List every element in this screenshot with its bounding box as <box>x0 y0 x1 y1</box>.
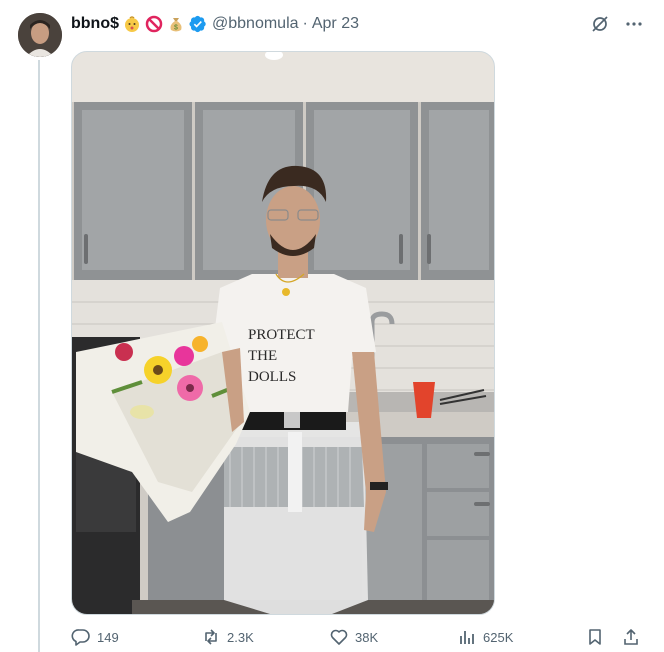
separator-dot: · <box>302 15 308 32</box>
top-right-actions <box>590 14 644 34</box>
like-icon <box>329 627 349 647</box>
grok-icon[interactable] <box>590 14 610 34</box>
reply-button[interactable]: 149 <box>71 626 119 648</box>
tweet-date[interactable]: Apr 23 <box>312 15 359 33</box>
prohibited-emoji <box>145 15 163 33</box>
baby-emoji <box>123 15 141 33</box>
share-button[interactable] <box>621 626 641 648</box>
verified-badge-icon[interactable] <box>189 15 207 33</box>
tweet-actions: 149 2.3K 38K 625K <box>71 626 645 648</box>
tweet-header: bbno$ $ @bbnomula · Apr 23 <box>71 13 359 35</box>
author-handle[interactable]: @bbnomula <box>212 15 299 33</box>
shirt-text-line-1: PROTECT <box>248 327 315 343</box>
shirt-text-line-2: THE <box>248 348 277 364</box>
shirt-text-line-3: DOLLS <box>248 369 296 385</box>
views-icon <box>457 627 477 647</box>
bookmark-icon <box>585 627 605 647</box>
author-name[interactable]: bbno$ <box>71 15 119 33</box>
avatar[interactable] <box>18 13 62 57</box>
views-count: 625K <box>483 629 514 645</box>
thread-line <box>38 60 40 652</box>
tweet-photo[interactable]: PROTECT THE DOLLS <box>71 51 495 615</box>
repost-count: 2.3K <box>227 629 254 645</box>
like-count: 38K <box>355 629 379 645</box>
money-bag-emoji: $ <box>167 15 185 33</box>
svg-text:$: $ <box>174 25 178 32</box>
reply-count: 149 <box>97 629 119 645</box>
views-button[interactable]: 625K <box>457 626 513 648</box>
more-icon[interactable] <box>624 14 644 34</box>
like-button[interactable]: 38K <box>329 626 378 648</box>
share-icon <box>621 627 641 647</box>
repost-icon <box>201 627 221 647</box>
bookmark-button[interactable] <box>585 626 605 648</box>
reply-icon <box>71 627 91 647</box>
repost-button[interactable]: 2.3K <box>201 626 254 648</box>
